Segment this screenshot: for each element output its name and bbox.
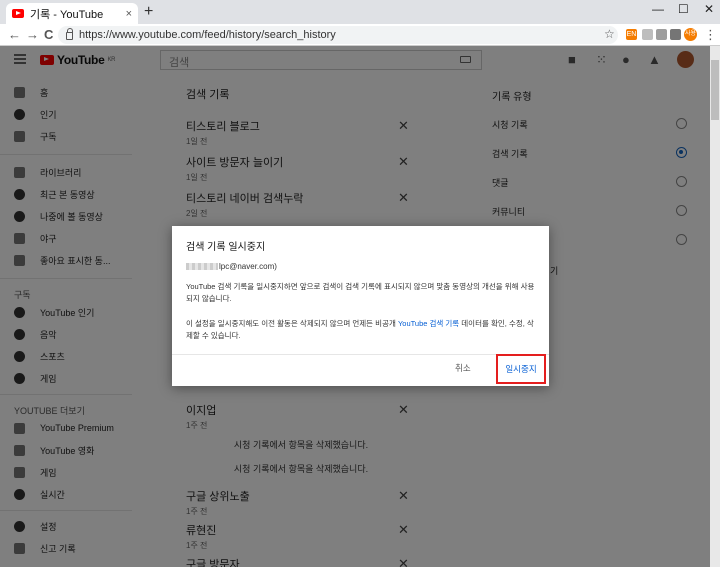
bookmark-star-icon[interactable]: ☆ bbox=[604, 27, 615, 41]
browser-tab-bar: 기록 - YouTube × + — ☐ ✕ bbox=[0, 0, 720, 24]
scrollbar[interactable] bbox=[710, 46, 720, 567]
dialog-divider bbox=[172, 354, 549, 355]
extension-icon[interactable] bbox=[670, 29, 681, 40]
scrollbar-thumb[interactable] bbox=[711, 60, 719, 120]
address-bar-row: ← → C https://www.youtube.com/feed/histo… bbox=[0, 24, 720, 46]
account-email: lpc@naver.com) bbox=[186, 262, 277, 271]
url-bar[interactable]: https://www.youtube.com/feed/history/sea… bbox=[58, 26, 618, 44]
new-tab-button[interactable]: + bbox=[144, 3, 153, 21]
browser-profile-icon[interactable]: 사용 bbox=[684, 28, 697, 41]
tab-title: 기록 - YouTube bbox=[30, 8, 104, 21]
redacted-email bbox=[186, 263, 218, 270]
forward-icon[interactable]: → bbox=[26, 27, 39, 42]
browser-menu-icon[interactable]: ⋮ bbox=[704, 27, 717, 43]
back-icon[interactable]: ← bbox=[8, 27, 21, 42]
url-text: https://www.youtube.com/feed/history/sea… bbox=[79, 29, 336, 41]
email-visible-part: lpc@naver.com) bbox=[219, 262, 277, 271]
reload-icon[interactable]: C bbox=[44, 27, 53, 42]
pause-search-history-dialog: 검색 기록 일시중지 lpc@naver.com) YouTube 검색 기록을… bbox=[172, 226, 549, 386]
cancel-button[interactable]: 취소 bbox=[455, 362, 471, 374]
tab-close-icon[interactable]: × bbox=[126, 8, 132, 20]
minimize-button[interactable]: — bbox=[652, 2, 664, 16]
dialog-title: 검색 기록 일시중지 bbox=[186, 242, 266, 253]
close-window-button[interactable]: ✕ bbox=[704, 2, 714, 16]
search-history-link[interactable]: YouTube 검색 기록 bbox=[398, 319, 459, 328]
youtube-favicon bbox=[12, 9, 24, 18]
pause-button[interactable]: 일시중지 bbox=[496, 354, 546, 384]
dialog-paragraph-1: YouTube 검색 기록을 일시중지하면 앞으로 검색이 검색 기록에 표시되… bbox=[186, 282, 535, 303]
extension-en-icon[interactable]: EN bbox=[626, 29, 637, 40]
extension-icon[interactable] bbox=[656, 29, 667, 40]
paragraph-text: 이 설정을 일시중지해도 이전 활동은 삭제되지 않으며 언제든 비공개 bbox=[186, 319, 398, 328]
maximize-button[interactable]: ☐ bbox=[678, 2, 689, 16]
extension-icon[interactable] bbox=[642, 29, 653, 40]
lock-icon bbox=[66, 28, 73, 40]
dialog-paragraph-2: 이 설정을 일시중지해도 이전 활동은 삭제되지 않으며 언제든 비공개 You… bbox=[186, 318, 536, 342]
browser-tab[interactable]: 기록 - YouTube × bbox=[6, 3, 138, 24]
